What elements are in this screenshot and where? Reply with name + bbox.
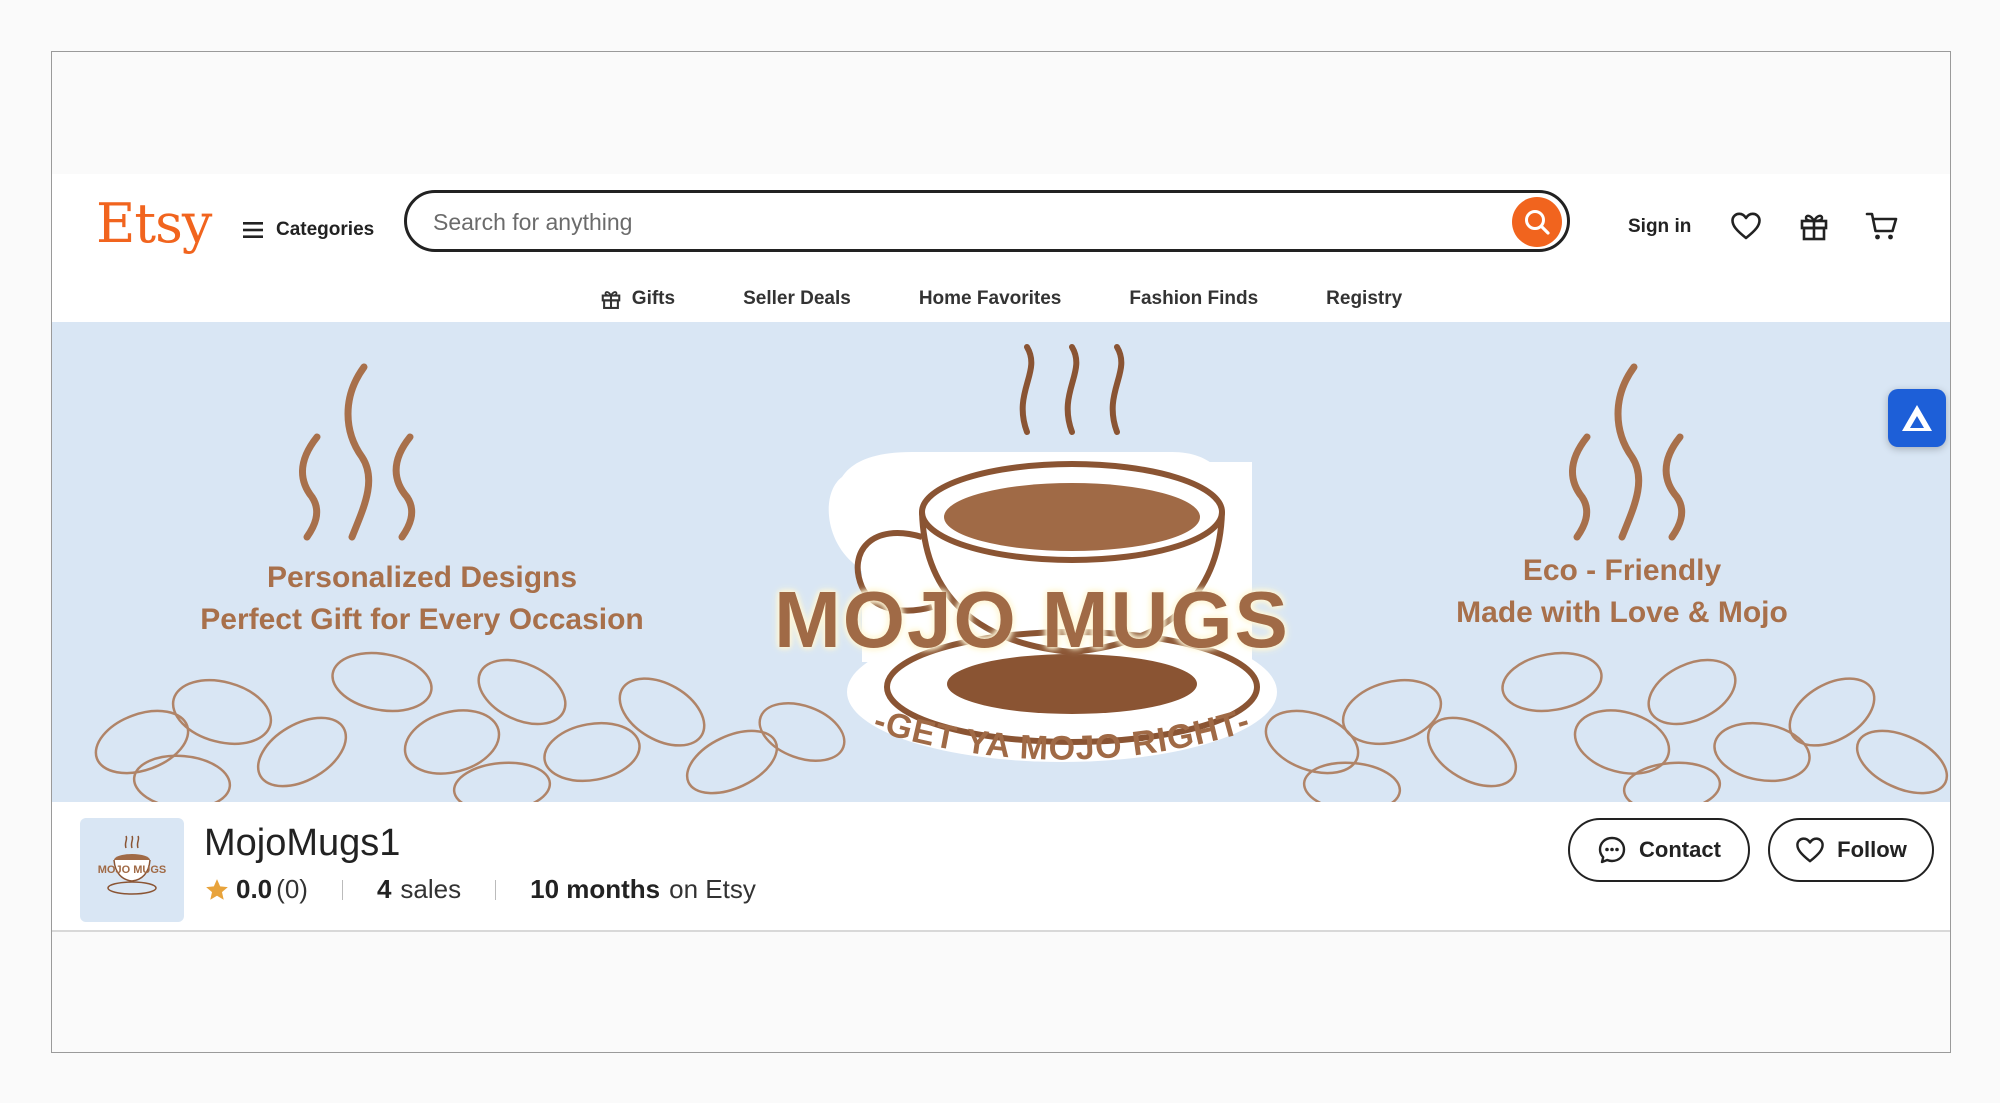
nav-item-fashion-finds[interactable]: Fashion Finds <box>1095 278 1292 320</box>
extension-logo-icon <box>1902 405 1932 431</box>
sign-in-link[interactable]: Sign in <box>1618 208 1701 246</box>
categories-label: Categories <box>276 219 375 240</box>
shop-sales-label: sales <box>400 874 462 904</box>
search-input[interactable] <box>431 203 1495 241</box>
nav-item-label: Seller Deals <box>743 288 851 309</box>
nav-item-label: Home Favorites <box>918 288 1062 309</box>
cart-button[interactable] <box>1862 206 1902 246</box>
banner-right-line1: Eco - Friendly <box>1522 554 1722 587</box>
gift-mode-button[interactable] <box>1794 206 1834 246</box>
banner-right-line2: Made with Love & Mojo <box>1456 596 1788 629</box>
banner-left-text: Personalized Designs Perfect Gift for Ev… <box>142 557 702 641</box>
banner-left-line2: Perfect Gift for Every Occasion <box>200 603 644 636</box>
shop-sales-count: 4 <box>376 874 392 904</box>
heart-icon <box>1796 837 1824 863</box>
search-bar <box>404 190 1570 252</box>
banner-left-line1: Personalized Designs <box>266 561 578 594</box>
steam-icon <box>299 363 416 541</box>
shop-duration-suffix: on Etsy <box>669 874 756 904</box>
star-icon <box>206 878 228 900</box>
shop-avatar[interactable]: MOJO MUGS <box>80 818 184 922</box>
follow-button[interactable]: Follow <box>1768 818 1934 882</box>
nav-item-seller-deals[interactable]: Seller Deals <box>709 278 885 320</box>
nav-item-gifts[interactable]: Gifts <box>566 278 709 320</box>
nav-item-label: Fashion Finds <box>1129 288 1259 309</box>
shop-rating: 0.0 <box>236 874 273 904</box>
mug-logo <box>828 344 1277 762</box>
gift-icon <box>1800 214 1828 241</box>
shop-info-bar: MOJO MUGS MojoMugs1 0.0 (0) 4 sales 10 m… <box>52 802 1950 932</box>
shop-banner: -GET YA MOJO RIGHT- Personalized Designs… <box>52 322 1950 802</box>
follow-label: Follow <box>1837 837 1907 862</box>
divider <box>341 879 343 900</box>
svg-text:MOJO MUGS: MOJO MUGS <box>98 864 166 876</box>
heart-icon <box>1731 212 1761 240</box>
banner-right-text: Eco - Friendly Made with Love & Mojo <box>1412 550 1832 634</box>
shop-duration: 10 months <box>530 874 661 904</box>
mug-logo: MOJO MUGS <box>98 835 166 895</box>
etsy-logo[interactable]: Etsy <box>96 192 212 255</box>
favorites-button[interactable] <box>1726 206 1766 246</box>
contact-label: Contact <box>1639 837 1721 862</box>
search-icon <box>1525 210 1550 235</box>
nav-item-home-favorites[interactable]: Home Favorites <box>885 278 1096 320</box>
divider <box>495 879 497 900</box>
nav-item-registry[interactable]: Registry <box>1292 278 1436 320</box>
banner-brand-title: MOJO MUGS <box>774 575 1290 664</box>
browser-viewport: Etsy Categories Sign in <box>51 51 1951 1053</box>
search-button[interactable] <box>1512 197 1562 247</box>
shop-stats: 0.0 (0) 4 sales 10 months on Etsy <box>204 874 756 905</box>
nav-item-label: Gifts <box>631 288 676 309</box>
steam-icon <box>1569 363 1686 541</box>
cart-icon <box>1865 212 1898 240</box>
nav-item-label: Registry <box>1326 288 1403 309</box>
shop-review-count[interactable]: (0) <box>276 874 308 905</box>
category-nav: Gifts Seller Deals Home Favorites Fashio… <box>52 270 1950 328</box>
contact-button[interactable]: Contact <box>1568 818 1750 882</box>
menu-icon <box>243 222 263 238</box>
browser-extension-button[interactable] <box>1888 389 1946 447</box>
message-icon <box>1598 836 1626 864</box>
shop-name[interactable]: MojoMugs1 <box>204 822 400 865</box>
gift-icon <box>601 291 621 309</box>
categories-button[interactable]: Categories <box>242 210 374 250</box>
